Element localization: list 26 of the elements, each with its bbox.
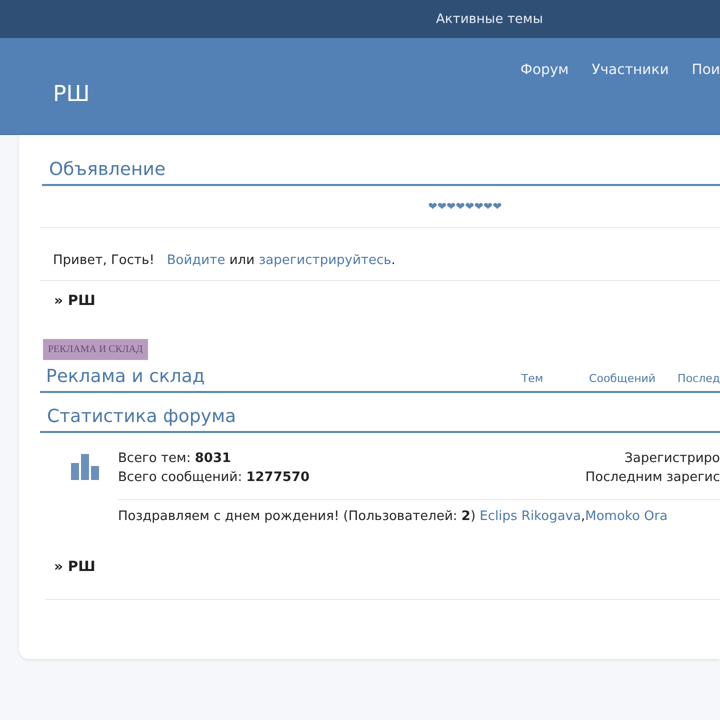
user-link[interactable]: Eclips Rikogava [480,509,581,524]
nav-link[interactable]: Участники [592,62,669,134]
active-topics-link[interactable]: Активные темы [436,12,543,26]
stat-text: Всего тем: 8031 [118,450,232,468]
birthday-text: Поздравляем с днем рождения! (Пользователей: 2) Eclips Rikogava,Momoko Ora [118,508,669,524]
section-title: Объявление [42,159,720,186]
column-header: Послед [678,372,720,387]
bar-chart-icon [71,454,99,480]
nav-link[interactable]: Форум [520,62,569,134]
breadcrumb-link[interactable]: » РШ [40,293,720,309]
category-title[interactable]: Реклама и склад [46,366,522,387]
login-link[interactable]: Войдите [166,253,226,268]
announcement-text: ❤❤❤❤❤❤❤❤ [40,186,720,228]
register-link[interactable]: зарегистрируйтесь [258,253,392,268]
greeting-text: Привет, Гость! Войдите или зарегистрируйтесь. [40,228,720,281]
breadcrumb-link[interactable]: » РШ [45,559,720,600]
stat-text: Зарегистриро [624,450,720,468]
column-header: Тем [521,372,544,387]
stat-text: Последним зарегис [585,469,720,487]
stat-text: Всего сообщений: 1277570 [118,469,310,487]
section-title: Статистика форума [40,406,720,433]
column-header: Сообщений [589,372,657,387]
site-logo-text[interactable]: РШ [53,82,90,134]
user-link[interactable]: Momoko Ora [585,509,668,524]
nav-link[interactable]: Пои [692,62,720,134]
category-tag: РЕКЛАМА И СКЛАД [43,339,148,360]
